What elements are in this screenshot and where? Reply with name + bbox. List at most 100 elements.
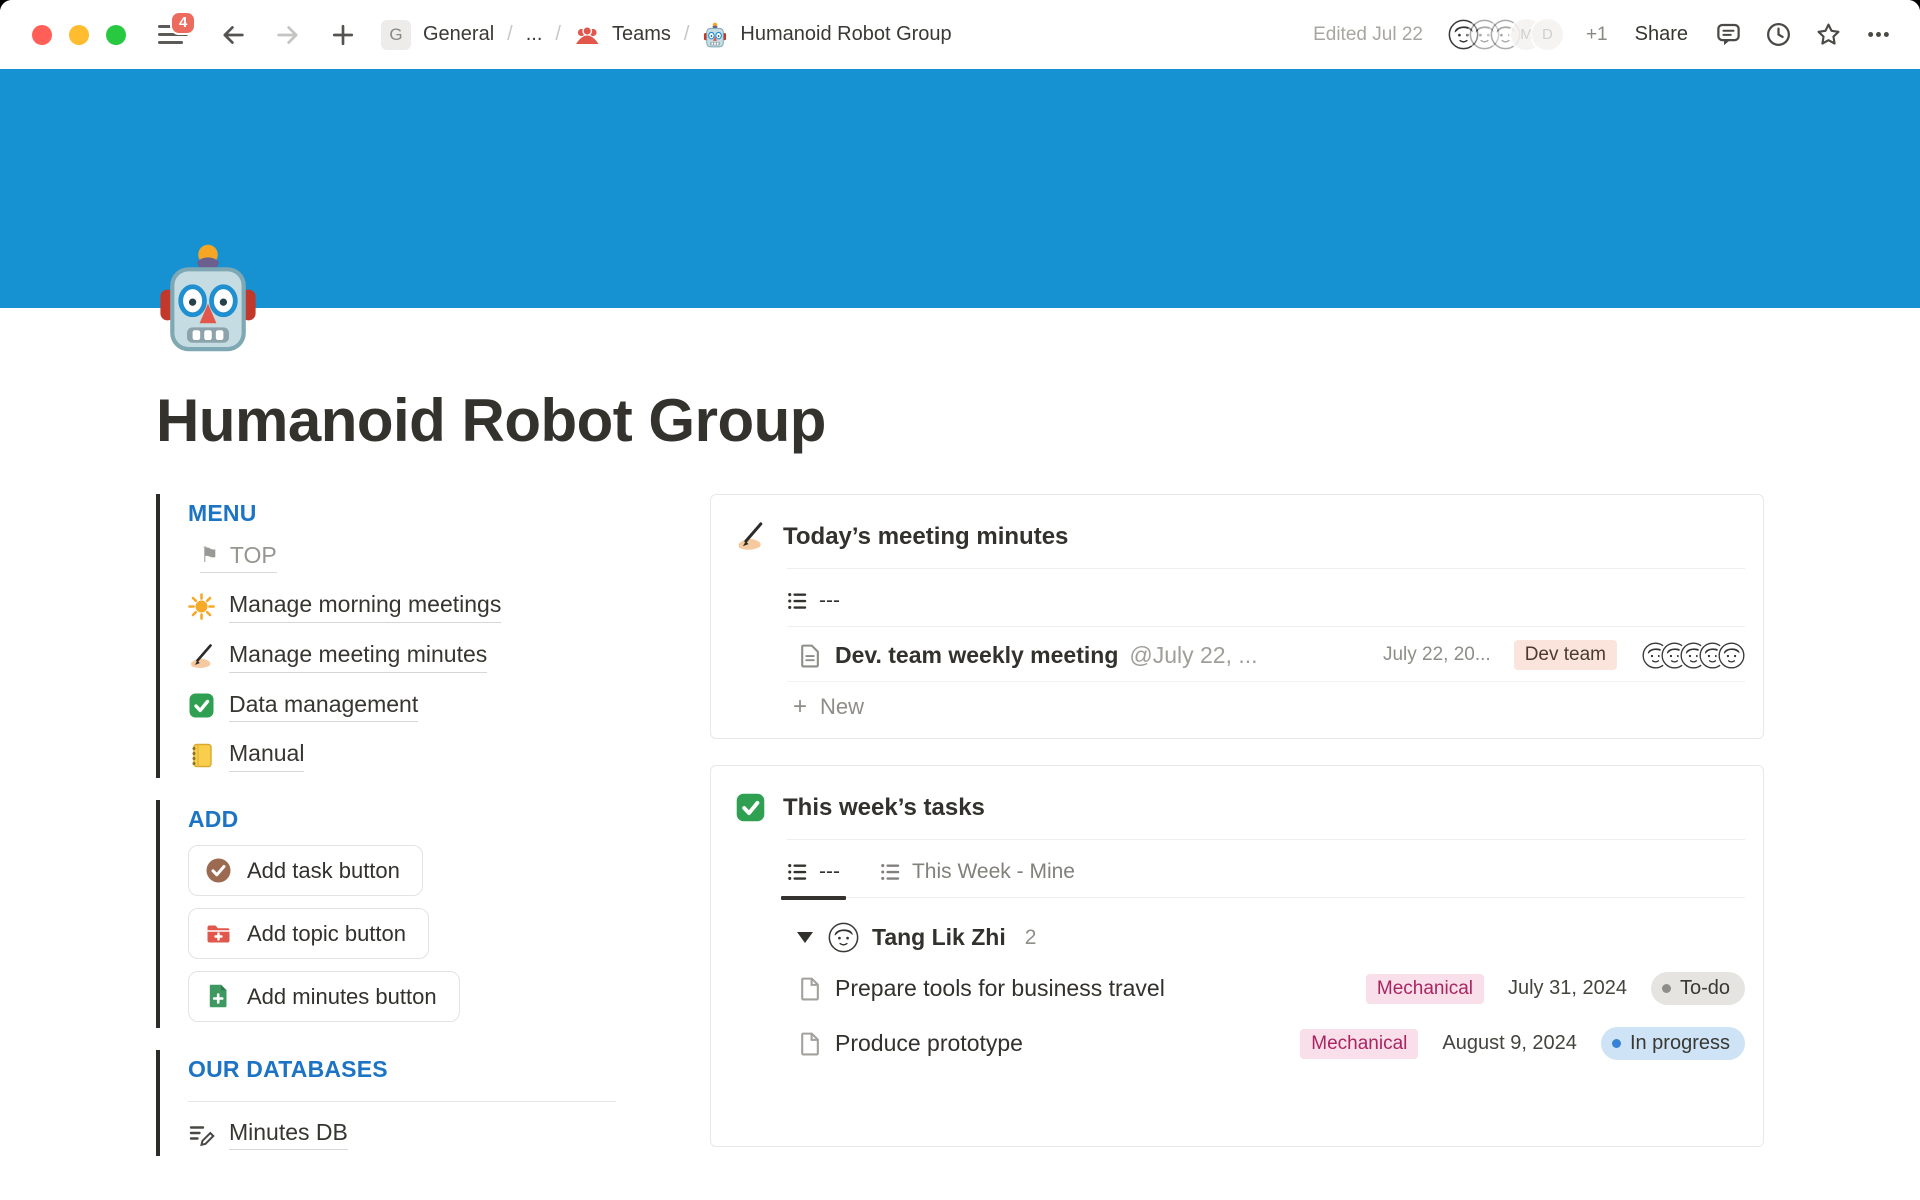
button-label: Add topic button — [247, 921, 406, 947]
history-clock-icon[interactable] — [1765, 21, 1792, 48]
status-dot-icon — [1612, 1039, 1621, 1048]
collapse-triangle-icon[interactable] — [797, 932, 813, 943]
meeting-date: July 22, 20... — [1383, 644, 1491, 666]
status-label: To-do — [1680, 977, 1730, 1000]
category-tag: Mechanical — [1300, 1029, 1418, 1059]
back-arrow-icon[interactable] — [219, 21, 247, 49]
status-badge: In progress — [1601, 1027, 1745, 1060]
avatar-letter: D — [1532, 19, 1563, 50]
menu-link-label: TOP — [230, 542, 277, 569]
page-right-column: Today’s meeting minutes --- Dev. t — [710, 494, 1764, 1147]
new-row-button[interactable]: + New — [787, 682, 1745, 724]
breadcrumb-workspace[interactable]: General — [423, 23, 494, 46]
attendee-avatars — [1642, 642, 1745, 669]
menu-link-manual[interactable]: Manual — [188, 739, 616, 772]
assignee-name: Tang Lik Zhi — [872, 924, 1006, 951]
writing-hand-icon — [735, 521, 766, 552]
add-topic-button[interactable]: Add topic button — [188, 908, 429, 959]
category-tag: Mechanical — [1366, 974, 1484, 1004]
doc-plus-icon — [205, 983, 232, 1010]
due-date: July 31, 2024 — [1508, 977, 1627, 1000]
sun-icon — [188, 593, 215, 620]
add-section: ADD Add task button Add topic button Add… — [156, 800, 616, 1028]
menu-link-top[interactable]: ⚑ TOP — [200, 542, 277, 573]
page-title[interactable]: Humanoid Robot Group — [156, 388, 1764, 454]
page-icon — [797, 643, 822, 668]
sidebar-toggle-icon[interactable]: 4 — [158, 22, 192, 48]
menu-link-label: Manage meeting minutes — [229, 640, 487, 673]
notebook-icon — [188, 742, 215, 769]
task-title: Produce prototype — [835, 1030, 1023, 1057]
view-tab-default[interactable]: --- — [787, 860, 840, 884]
menu-link-meeting-minutes[interactable]: Manage meeting minutes — [188, 640, 616, 673]
view-tabs: --- This Week - Mine — [787, 840, 1745, 898]
card-title: Today’s meeting minutes — [783, 523, 1068, 551]
list-view-icon — [787, 861, 809, 883]
list-view-icon — [787, 590, 809, 612]
comments-icon[interactable] — [1715, 21, 1742, 48]
add-heading: ADD — [188, 806, 616, 833]
add-task-button[interactable]: Add task button — [188, 845, 423, 896]
check-mark-icon — [735, 792, 766, 823]
page-icon — [797, 1031, 822, 1056]
window-controls — [32, 25, 126, 45]
menu-section: MENU ⚑ TOP Manage morning meetings Manag… — [156, 494, 616, 778]
view-tab-label: This Week - Mine — [912, 860, 1075, 884]
more-collaborators-count[interactable]: +1 — [1586, 24, 1608, 46]
meeting-row[interactable]: Dev. team weekly meeting @July 22, ... J… — [787, 627, 1745, 682]
databases-section: OUR DATABASES Minutes DB — [156, 1050, 616, 1156]
share-button[interactable]: Share — [1635, 23, 1688, 46]
menu-link-label: Manual — [229, 739, 304, 772]
databases-heading: OUR DATABASES — [188, 1056, 616, 1083]
breadcrumb-collapsed[interactable]: ... — [526, 23, 543, 46]
status-dot-icon — [1662, 984, 1671, 993]
avatar — [828, 922, 859, 953]
menu-link-data-management[interactable]: Data management — [188, 690, 616, 723]
weekly-tasks-card-header[interactable]: This week’s tasks — [735, 792, 1745, 823]
button-label: Add minutes button — [247, 984, 437, 1010]
task-title: Prepare tools for business travel — [835, 975, 1165, 1002]
minutes-db-link[interactable]: Minutes DB — [188, 1119, 616, 1150]
menu-link-label: Manage morning meetings — [229, 590, 501, 623]
team-tag: Dev team — [1514, 640, 1617, 670]
meeting-minutes-card: Today’s meeting minutes --- Dev. t — [710, 494, 1764, 739]
zoom-window-button[interactable] — [106, 25, 126, 45]
weekly-tasks-card: This week’s tasks --- This Week - Mine — [710, 765, 1764, 1147]
writing-hand-icon — [188, 643, 215, 670]
page-robot-icon[interactable] — [156, 242, 260, 354]
new-tab-plus-icon[interactable] — [329, 21, 357, 49]
meeting-minutes-card-header[interactable]: Today’s meeting minutes — [735, 521, 1745, 552]
card-title: This week’s tasks — [783, 794, 985, 822]
more-options-icon[interactable] — [1865, 21, 1892, 48]
breadcrumb-separator: / — [506, 23, 514, 46]
view-tab-label: --- — [819, 589, 840, 613]
robot-icon — [702, 22, 728, 48]
view-tab-default[interactable]: --- — [787, 589, 840, 613]
breadcrumb-teams[interactable]: Teams — [612, 23, 671, 46]
task-row[interactable]: Prepare tools for business travel Mechan… — [787, 961, 1745, 1016]
folder-plus-icon — [205, 920, 232, 947]
add-minutes-button[interactable]: Add minutes button — [188, 971, 460, 1022]
favorite-star-icon[interactable] — [1815, 21, 1842, 48]
view-tab-label: --- — [819, 860, 840, 884]
assignee-group-row[interactable]: Tang Lik Zhi 2 — [787, 898, 1745, 961]
last-edited-label: Edited Jul 22 — [1313, 24, 1423, 46]
menu-link-label: Data management — [229, 690, 418, 723]
divider — [188, 1101, 616, 1102]
view-tabs: --- — [787, 569, 1745, 627]
close-window-button[interactable] — [32, 25, 52, 45]
flag-icon: ⚑ — [200, 543, 219, 568]
breadcrumb-current-page[interactable]: Humanoid Robot Group — [740, 23, 951, 46]
database-link-label: Minutes DB — [229, 1119, 348, 1150]
task-row[interactable]: Produce prototype Mechanical August 9, 2… — [787, 1016, 1745, 1071]
people-icon — [574, 22, 600, 48]
breadcrumb-separator: / — [554, 23, 562, 46]
collaborator-avatars[interactable]: M D — [1448, 19, 1563, 50]
forward-arrow-icon[interactable] — [274, 21, 302, 49]
list-view-icon — [880, 861, 902, 883]
view-tab-this-week-mine[interactable]: This Week - Mine — [880, 860, 1075, 884]
menu-link-morning-meetings[interactable]: Manage morning meetings — [188, 590, 616, 623]
breadcrumb-separator: / — [683, 23, 691, 46]
minimize-window-button[interactable] — [69, 25, 89, 45]
workspace-initial-chip[interactable]: G — [381, 20, 411, 50]
